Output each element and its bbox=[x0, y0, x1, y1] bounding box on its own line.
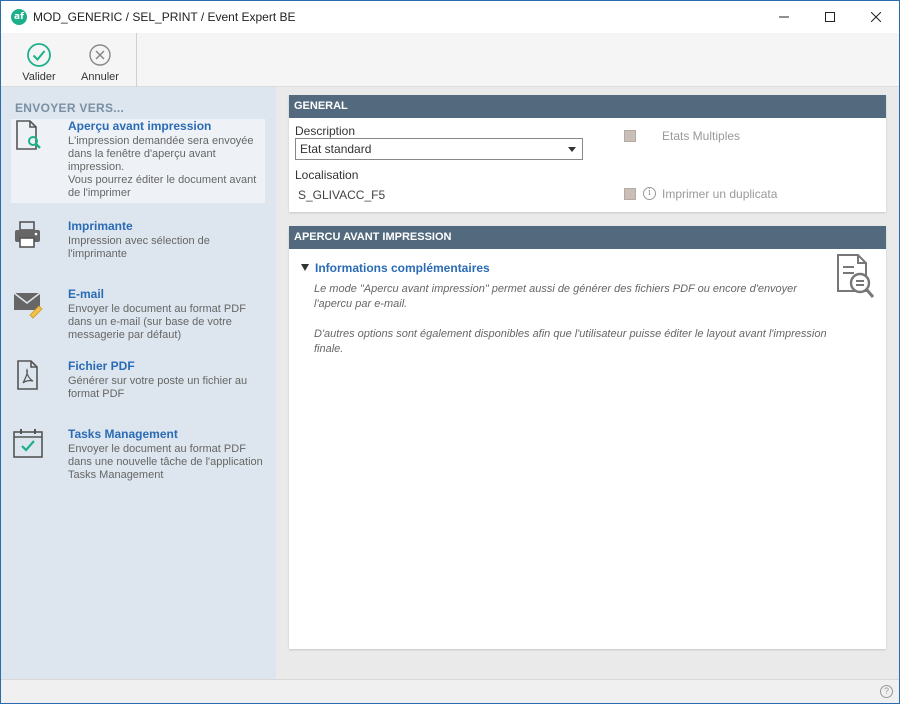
general-panel: GENERAL Description Etat standard Locali… bbox=[289, 95, 886, 212]
title-bar: af MOD_GENERIC / SEL_PRINT / Event Exper… bbox=[1, 1, 899, 33]
print-preview-icon bbox=[16, 120, 41, 150]
sidebar-item-title: Imprimante bbox=[68, 219, 133, 233]
info-paragraph-1: Le mode "Apercu avant impression" permet… bbox=[314, 283, 797, 310]
sidebar-item-title: Aperçu avant impression bbox=[68, 119, 212, 133]
app-window: af MOD_GENERIC / SEL_PRINT / Event Exper… bbox=[0, 0, 900, 704]
app-logo-icon: af bbox=[11, 9, 27, 25]
description-select[interactable]: Etat standard bbox=[295, 138, 583, 160]
sidebar-title: ENVOYER VERS... bbox=[15, 101, 125, 115]
preview-panel: APERCU AVANT IMPRESSION Informations com… bbox=[289, 226, 886, 649]
sidebar-item-title: Fichier PDF bbox=[68, 359, 135, 373]
close-button[interactable] bbox=[853, 1, 899, 33]
info-icon[interactable]: i bbox=[643, 187, 656, 200]
sidebar-item-printer[interactable]: Imprimante Impression avec sélection de … bbox=[11, 219, 265, 263]
minimize-button[interactable] bbox=[761, 1, 807, 33]
info-paragraph-2: D'autres options sont également disponib… bbox=[314, 328, 827, 355]
sidebar-item-description: Générer sur votre poste un fichier au fo… bbox=[68, 375, 248, 400]
sidebar-item-description: Envoyer le document au format PDF dans u… bbox=[68, 303, 246, 341]
localisation-label: Localisation bbox=[295, 168, 359, 182]
window-title: MOD_GENERIC / SEL_PRINT / Event Expert B… bbox=[33, 10, 296, 24]
sidebar-item-email[interactable]: E-mail Envoyer le document au format PDF… bbox=[11, 287, 265, 343]
email-icon bbox=[13, 292, 43, 319]
chevron-down-icon bbox=[568, 147, 576, 152]
send-to-sidebar: ENVOYER VERS... Aperçu avant impression … bbox=[1, 87, 276, 679]
document-search-icon bbox=[837, 254, 875, 298]
maximize-icon bbox=[825, 12, 835, 22]
maximize-button[interactable] bbox=[807, 1, 853, 33]
preview-panel-header: APERCU AVANT IMPRESSION bbox=[289, 226, 886, 249]
toolbar: Valider Annuler bbox=[1, 33, 899, 87]
minimize-icon bbox=[779, 16, 789, 18]
description-label: Description bbox=[295, 124, 356, 138]
cancel-circle-icon bbox=[89, 44, 111, 66]
toolbar-divider bbox=[136, 33, 137, 87]
general-panel-header: GENERAL bbox=[289, 95, 886, 118]
validate-label: Valider bbox=[22, 71, 56, 83]
pdf-file-icon bbox=[17, 360, 38, 390]
collapse-triangle-icon[interactable] bbox=[301, 264, 309, 271]
sidebar-item-pdf[interactable]: Fichier PDF Générer sur votre poste un f… bbox=[11, 359, 265, 403]
cancel-button[interactable]: Annuler bbox=[70, 33, 130, 87]
cancel-label: Annuler bbox=[81, 71, 119, 83]
sidebar-item-tasks-management[interactable]: Tasks Management Envoyer le document au … bbox=[11, 427, 265, 483]
check-circle-icon bbox=[27, 43, 51, 67]
validate-button[interactable]: Valider bbox=[9, 33, 69, 87]
info-section-toggle[interactable]: Informations complémentaires bbox=[315, 261, 490, 275]
sidebar-item-print-preview[interactable]: Aperçu avant impression L'impression dem… bbox=[11, 119, 265, 203]
status-bar: ? bbox=[1, 679, 899, 703]
sidebar-item-description: L'impression demandée sera envoyée dans … bbox=[68, 135, 257, 199]
calendar-check-icon bbox=[13, 429, 43, 458]
close-icon bbox=[871, 12, 881, 22]
sidebar-item-title: E-mail bbox=[68, 287, 105, 301]
window-controls bbox=[761, 1, 899, 33]
multi-states-checkbox[interactable] bbox=[624, 130, 636, 142]
multi-states-label: Etats Multiples bbox=[662, 129, 741, 143]
sidebar-item-description: Impression avec sélection de l'imprimant… bbox=[68, 235, 210, 260]
duplicate-checkbox[interactable] bbox=[624, 188, 636, 200]
sidebar-item-description: Envoyer le document au format PDF dans u… bbox=[68, 443, 263, 481]
printer-icon bbox=[15, 221, 40, 248]
duplicate-label: Imprimer un duplicata bbox=[662, 187, 778, 201]
help-icon[interactable]: ? bbox=[880, 685, 893, 698]
description-select-value: Etat standard bbox=[300, 142, 372, 156]
localisation-value: S_GLIVACC_F5 bbox=[298, 188, 386, 202]
main-content: GENERAL Description Etat standard Locali… bbox=[276, 87, 899, 679]
sidebar-item-title: Tasks Management bbox=[68, 427, 178, 441]
